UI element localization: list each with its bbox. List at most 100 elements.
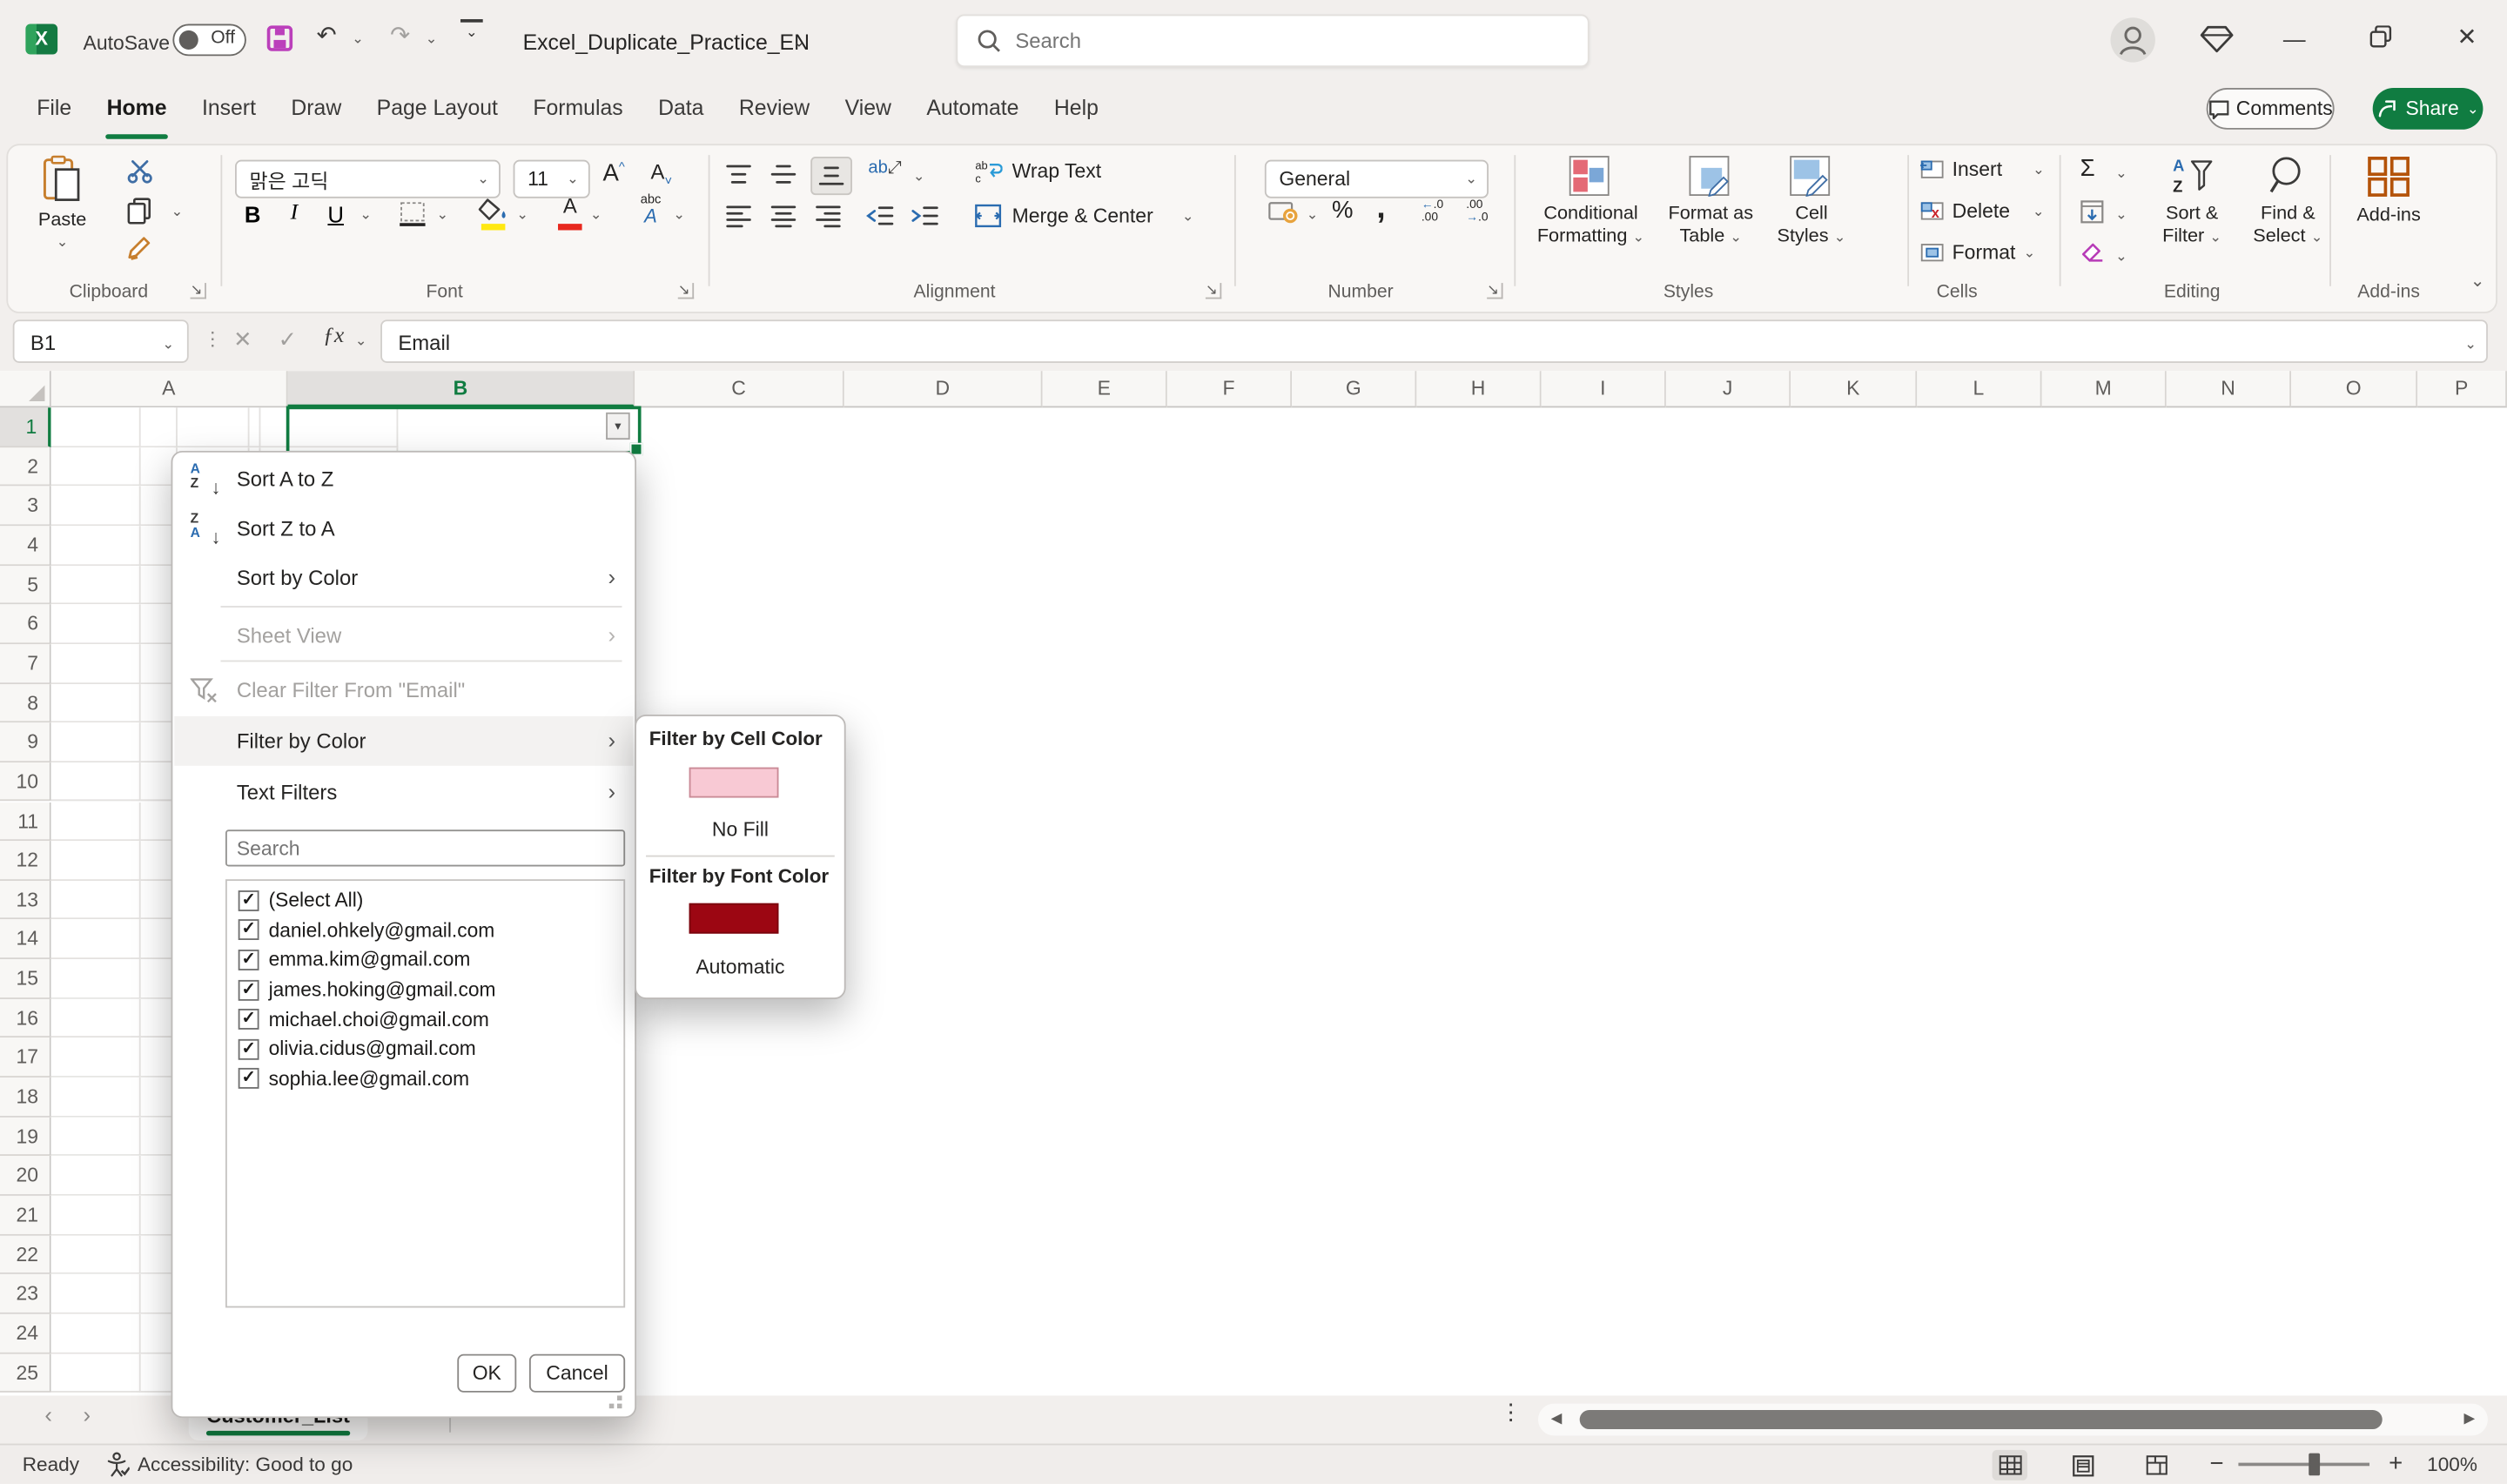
horizontal-scrollbar[interactable]: ◀ ▶	[1538, 1404, 2488, 1436]
addins-button[interactable]: Add-ins	[2339, 155, 2438, 225]
find-select-button[interactable]: Find & Select ⌄	[2243, 155, 2333, 248]
row-header-8[interactable]: 8	[0, 683, 51, 722]
row-header-14[interactable]: 14	[0, 920, 51, 959]
row-header-10[interactable]: 10	[0, 762, 51, 802]
cell-P14[interactable]	[51, 920, 141, 959]
column-header-D[interactable]: D	[844, 371, 1043, 407]
tab-formulas[interactable]: Formulas	[515, 77, 641, 144]
filter-search-input[interactable]	[225, 829, 625, 866]
status-accessibility[interactable]: Accessibility: Good to go	[138, 1454, 353, 1476]
cell-color-swatch[interactable]	[689, 768, 779, 798]
undo-chevron-icon[interactable]: ⌄	[352, 30, 364, 48]
align-center-button[interactable]	[769, 203, 797, 237]
minimize-button[interactable]: —	[2274, 19, 2315, 57]
fx-chevron-icon[interactable]: ⌄	[355, 332, 367, 350]
row-header-24[interactable]: 24	[0, 1314, 51, 1353]
row-header-21[interactable]: 21	[0, 1196, 51, 1235]
confirm-entry-icon[interactable]: ✓	[279, 326, 298, 353]
ok-button[interactable]: OK	[457, 1354, 516, 1393]
tab-file[interactable]: File	[19, 77, 89, 144]
column-header-F[interactable]: F	[1167, 371, 1292, 407]
cell-P4[interactable]	[51, 526, 141, 565]
column-header-A[interactable]: A	[51, 371, 288, 407]
fill-color-button[interactable]	[478, 197, 508, 232]
tab-page-layout[interactable]: Page Layout	[359, 77, 515, 144]
cell-P17[interactable]	[51, 1038, 141, 1078]
collapse-ribbon-icon[interactable]: ⌄	[2470, 270, 2485, 291]
filter-value-item[interactable]: ✓sophia.lee@gmail.com	[227, 1064, 624, 1093]
tab-home[interactable]: Home	[89, 77, 184, 144]
comments-button[interactable]: Comments	[2207, 88, 2335, 130]
insert-cells-button[interactable]: Insert ⌄	[1920, 158, 2045, 181]
fx-icon[interactable]: ƒx	[323, 325, 344, 350]
row-header-4[interactable]: 4	[0, 526, 51, 565]
column-header-N[interactable]: N	[2167, 371, 2291, 407]
font-dialog-launcher[interactable]: ↘	[678, 283, 694, 299]
row-header-18[interactable]: 18	[0, 1078, 51, 1117]
fill-color-chevron-icon[interactable]: ⌄	[516, 206, 528, 224]
comma-style-button[interactable]: ,	[1376, 191, 1385, 227]
checkbox-checked-icon[interactable]: ✓	[239, 979, 259, 1000]
alignment-dialog-launcher[interactable]: ↘	[1206, 283, 1221, 299]
column-header-L[interactable]: L	[1917, 371, 2041, 407]
cell-P10[interactable]	[51, 762, 141, 802]
sheet-nav-next-icon[interactable]: ›	[84, 1402, 91, 1427]
accounting-format-button[interactable]	[1268, 200, 1301, 234]
cell-P2[interactable]	[51, 447, 141, 487]
cell-styles-button[interactable]: Cell Styles ⌄	[1770, 155, 1853, 248]
cell-P3[interactable]	[51, 487, 141, 526]
align-top-button[interactable]	[724, 162, 753, 196]
cell-P13[interactable]	[51, 881, 141, 920]
row-header-9[interactable]: 9	[0, 723, 51, 762]
borders-chevron-icon[interactable]: ⌄	[436, 206, 448, 224]
clear-button[interactable]	[2080, 241, 2106, 273]
column-header-K[interactable]: K	[1791, 371, 1917, 407]
format-cells-button[interactable]: Format ⌄	[1920, 241, 2036, 264]
row-header-22[interactable]: 22	[0, 1235, 51, 1274]
undo-icon[interactable]: ↶	[317, 21, 337, 50]
document-title[interactable]: Excel_Duplicate_Practice_EN	[523, 30, 810, 55]
tab-draw[interactable]: Draw	[273, 77, 359, 144]
quick-access-customize-icon[interactable]: ⌄	[460, 19, 483, 42]
column-header-E[interactable]: E	[1043, 371, 1167, 407]
cell-P24[interactable]	[51, 1314, 141, 1353]
clipboard-dialog-launcher[interactable]: ↘	[191, 283, 206, 299]
dropdown-resize-grip[interactable]	[606, 1393, 622, 1408]
menu-item-text-filters[interactable]: Text Filters›	[174, 767, 633, 816]
font-name-combo[interactable]: 맑은 고딕 ⌄	[235, 160, 501, 198]
tab-insert[interactable]: Insert	[185, 77, 273, 144]
sheet-options-kebab-icon[interactable]: ⋮	[1500, 1399, 1522, 1426]
avatar[interactable]	[2110, 17, 2154, 62]
column-header-G[interactable]: G	[1292, 371, 1416, 407]
checkbox-checked-icon[interactable]: ✓	[239, 1038, 259, 1059]
cell-P1[interactable]	[51, 407, 141, 447]
premium-gem-icon[interactable]	[2200, 24, 2234, 55]
phonetic-chevron-icon[interactable]: ⌄	[673, 206, 685, 224]
tab-review[interactable]: Review	[722, 77, 828, 144]
name-box[interactable]: B1 ⌄	[13, 319, 189, 363]
copy-chevron-icon[interactable]: ⌄	[171, 203, 184, 220]
increase-indent-button[interactable]	[910, 203, 940, 237]
zoom-in-button[interactable]: +	[2389, 1450, 2403, 1477]
orientation-chevron-icon[interactable]: ⌄	[913, 168, 925, 185]
filter-value-item[interactable]: ✓michael.choi@gmail.com	[227, 1004, 624, 1034]
cell-P6[interactable]	[51, 605, 141, 644]
select-all-corner[interactable]	[0, 371, 51, 407]
font-color-button[interactable]: A	[554, 193, 585, 232]
column-header-I[interactable]: I	[1542, 371, 1666, 407]
filter-value-item[interactable]: ✓olivia.cidus@gmail.com	[227, 1034, 624, 1064]
column-header-P[interactable]: P	[2417, 371, 2507, 407]
row-header-3[interactable]: 3	[0, 487, 51, 526]
format-painter-button[interactable]	[126, 235, 155, 270]
accessibility-icon[interactable]	[105, 1452, 130, 1477]
number-dialog-launcher[interactable]: ↘	[1487, 283, 1502, 299]
column-filter-button[interactable]: ▾	[606, 413, 630, 440]
restore-button[interactable]	[2360, 21, 2402, 59]
row-header-16[interactable]: 16	[0, 998, 51, 1037]
row-header-11[interactable]: 11	[0, 802, 51, 841]
cell-P20[interactable]	[51, 1157, 141, 1196]
search-input[interactable]	[1012, 21, 1563, 61]
tab-view[interactable]: View	[827, 77, 909, 144]
font-color-chevron-icon[interactable]: ⌄	[590, 206, 602, 224]
cell-P18[interactable]	[51, 1078, 141, 1117]
